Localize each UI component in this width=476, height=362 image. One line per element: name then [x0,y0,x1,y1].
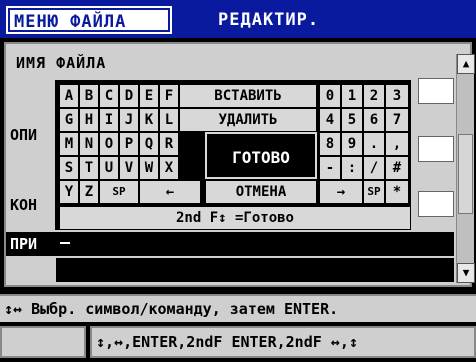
key-o[interactable]: O [99,132,119,156]
note-input[interactable] [56,232,454,256]
cancel-button[interactable]: ОТМЕНА [205,180,317,204]
key-d[interactable]: D [119,84,139,108]
key-x[interactable]: X [159,156,179,180]
key-j[interactable]: J [119,108,139,132]
virtual-keyboard: A B C D E F ВСТАВИТЬ 0 1 2 3 G H I J K L… [55,80,411,230]
help-line-2: ↕,↔,ENTER,2ndF ENTER,2ndF ↔,↕ [90,326,476,358]
key-1[interactable]: 1 [341,84,363,108]
key-z[interactable]: Z [79,180,99,204]
key-i[interactable]: I [99,108,119,132]
key-4[interactable]: 4 [319,108,341,132]
filename-field[interactable] [418,78,454,104]
key-n[interactable]: N [79,132,99,156]
key-left-arrow-icon[interactable]: ← [139,180,201,204]
key-2[interactable]: 2 [363,84,385,108]
key-t[interactable]: T [79,156,99,180]
key-delete[interactable]: УДАЛИТЬ [179,108,317,132]
note-input-line2[interactable] [56,258,454,282]
key-0[interactable]: 0 [319,84,341,108]
key-asterisk[interactable]: * [385,180,409,204]
tab-edit[interactable]: РЕДАКТИР. [218,8,378,32]
scrollbar-thumb[interactable] [458,134,473,214]
key-h[interactable]: H [79,108,99,132]
done-button[interactable]: ГОТОВО [205,132,317,179]
key-7[interactable]: 7 [385,108,409,132]
device-screen: МЕНЮ ФАЙЛА РЕДАКТИР. ИМЯ ФАЙЛА ОПИ КОН П… [0,0,476,362]
key-5[interactable]: 5 [341,108,363,132]
key-hash[interactable]: # [385,156,409,180]
key-space-2[interactable]: SP [363,180,385,204]
key-space[interactable]: SP [99,180,139,204]
key-b[interactable]: B [79,84,99,108]
key-6[interactable]: 6 [363,108,385,132]
key-hyphen[interactable]: - [319,156,341,180]
end-field[interactable] [418,191,454,217]
text-cursor [60,242,70,244]
key-a[interactable]: A [59,84,79,108]
key-s[interactable]: S [59,156,79,180]
key-k[interactable]: K [139,108,159,132]
key-c[interactable]: C [99,84,119,108]
key-u[interactable]: U [99,156,119,180]
description-field[interactable] [418,136,454,162]
key-v[interactable]: V [119,156,139,180]
scroll-down-icon[interactable]: ▼ [457,263,475,283]
description-label: ОПИ [10,126,38,144]
key-m[interactable]: M [59,132,79,156]
help-line-2-left-box [0,326,86,358]
key-y[interactable]: Y [59,180,79,204]
filename-label: ИМЯ ФАЙЛА [16,54,107,72]
key-period[interactable]: . [363,132,385,156]
key-p[interactable]: P [119,132,139,156]
key-3[interactable]: 3 [385,84,409,108]
tab-bar: МЕНЮ ФАЙЛА РЕДАКТИР. [0,0,476,38]
key-right-arrow-icon[interactable]: → [319,180,363,204]
key-e[interactable]: E [139,84,159,108]
key-9[interactable]: 9 [341,132,363,156]
key-insert[interactable]: ВСТАВИТЬ [179,84,317,108]
scrollbar[interactable]: ▲ ▼ [456,54,475,283]
help-line-1: ↕↔ Выбр. символ/команду, затем ENTER. [0,294,476,322]
key-f[interactable]: F [159,84,179,108]
end-label: КОН [10,196,38,214]
key-l[interactable]: L [159,108,179,132]
key-r[interactable]: R [159,132,179,156]
tab-file-menu[interactable]: МЕНЮ ФАЙЛА [6,6,172,34]
key-8[interactable]: 8 [319,132,341,156]
second-function-done-hint[interactable]: 2nd F↕ =Готово [59,206,411,230]
note-label[interactable]: ПРИ [6,232,56,256]
key-comma[interactable]: , [385,132,409,156]
key-w[interactable]: W [139,156,159,180]
key-colon[interactable]: : [341,156,363,180]
key-q[interactable]: Q [139,132,159,156]
key-g[interactable]: G [59,108,79,132]
scroll-up-icon[interactable]: ▲ [457,54,475,74]
key-slash[interactable]: / [363,156,385,180]
